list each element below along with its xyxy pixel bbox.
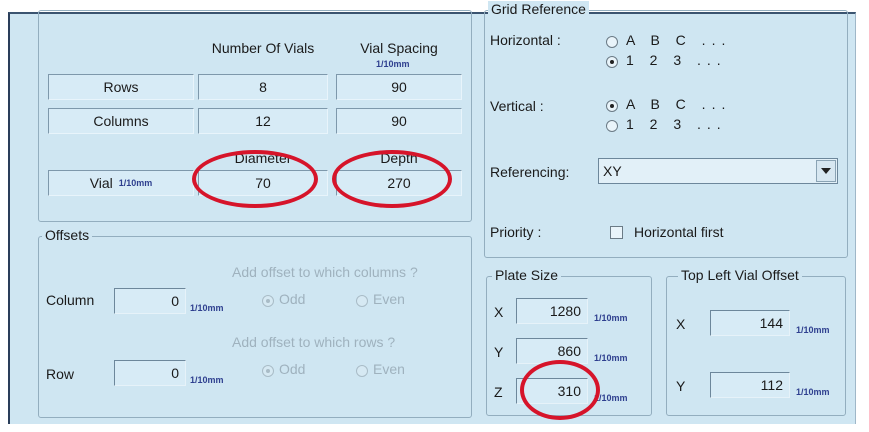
- offset-x-label: X: [676, 316, 686, 332]
- horizontal-numbers-radio[interactable]: [606, 56, 618, 68]
- rows-spacing-field[interactable]: 90: [336, 74, 462, 100]
- column-offset-label: Column: [46, 292, 95, 308]
- plate-settings-window: Number Of Vials Vial Spacing 1/10mm Rows…: [8, 1, 856, 424]
- offset-y-field[interactable]: 112: [710, 372, 790, 398]
- columns-even-radio[interactable]: [356, 295, 368, 307]
- columns-label: Columns: [48, 108, 194, 134]
- columns-odd-label: Odd: [279, 291, 306, 307]
- priority-label: Priority :: [490, 224, 542, 240]
- offset-x-unit: 1/10mm: [796, 325, 830, 335]
- vial-label-cell: Vial 1/10mm: [48, 170, 194, 196]
- vertical-numbers-label: 1 2 3 ...: [626, 116, 727, 132]
- horizontal-letters-label: A B C ...: [626, 32, 732, 48]
- depth-header: Depth: [380, 150, 418, 166]
- vertical-label: Vertical :: [490, 98, 544, 114]
- referencing-value: XY: [603, 163, 622, 179]
- horizontal-first-checkbox[interactable]: [610, 226, 623, 239]
- plate-z-label: Z: [494, 384, 503, 400]
- rows-odd-radio[interactable]: [262, 365, 274, 377]
- plate-y-field[interactable]: 860: [516, 338, 588, 364]
- offsets-legend: Offsets: [42, 227, 93, 243]
- vertical-letters-radio[interactable]: [606, 100, 618, 112]
- vertical-letters-label: A B C ...: [626, 96, 732, 112]
- row-offset-unit: 1/10mm: [190, 375, 224, 385]
- depth-field[interactable]: 270: [336, 170, 462, 196]
- rows-label: Rows: [48, 74, 194, 100]
- chevron-down-icon: [821, 168, 831, 174]
- diameter-header: Diameter: [234, 150, 292, 166]
- vial-spacing-unit: 1/10mm: [376, 59, 410, 69]
- columns-odd-radio[interactable]: [262, 295, 274, 307]
- vial-label: Vial: [89, 175, 113, 191]
- referencing-label: Referencing:: [490, 164, 570, 180]
- column-offset-field[interactable]: 0: [114, 288, 186, 314]
- plate-x-label: X: [494, 304, 504, 320]
- columns-even-label: Even: [373, 291, 405, 307]
- vial-spacing-header: Vial Spacing: [360, 40, 438, 56]
- rows-even-label: Even: [373, 361, 405, 377]
- number-of-vials-header: Number Of Vials: [211, 40, 315, 56]
- plate-z-field[interactable]: 310: [516, 378, 588, 404]
- vial-unit: 1/10mm: [118, 178, 153, 188]
- grid-reference-legend: Grid Reference: [488, 1, 589, 17]
- rows-count-field[interactable]: 8: [198, 74, 328, 100]
- plate-size-legend: Plate Size: [492, 267, 562, 283]
- row-offset-field[interactable]: 0: [114, 360, 186, 386]
- referencing-select[interactable]: XY: [598, 158, 838, 184]
- rows-even-radio[interactable]: [356, 365, 368, 377]
- columns-count-field[interactable]: 12: [198, 108, 328, 134]
- diameter-field[interactable]: 70: [198, 170, 328, 196]
- plate-z-unit: 1/10mm: [594, 393, 628, 403]
- dropdown-arrow-button[interactable]: [816, 160, 836, 182]
- top-left-offset-legend: Top Left Vial Offset: [678, 267, 802, 283]
- row-offset-label: Row: [46, 366, 75, 382]
- column-offset-unit: 1/10mm: [190, 303, 224, 313]
- plate-x-field[interactable]: 1280: [516, 298, 588, 324]
- columns-spacing-field[interactable]: 90: [336, 108, 462, 134]
- horizontal-letters-radio[interactable]: [606, 36, 618, 48]
- plate-y-label: Y: [494, 344, 504, 360]
- plate-y-unit: 1/10mm: [594, 353, 628, 363]
- offset-y-label: Y: [676, 378, 686, 394]
- offset-x-field[interactable]: 144: [710, 310, 790, 336]
- offset-y-unit: 1/10mm: [796, 387, 830, 397]
- offset-columns-question: Add offset to which columns ?: [232, 264, 418, 280]
- vertical-numbers-radio[interactable]: [606, 120, 618, 132]
- horizontal-label: Horizontal :: [490, 32, 561, 48]
- plate-x-unit: 1/10mm: [594, 313, 628, 323]
- horizontal-numbers-label: 1 2 3 ...: [626, 52, 727, 68]
- rows-odd-label: Odd: [279, 361, 306, 377]
- offset-rows-question: Add offset to which rows ?: [232, 334, 396, 350]
- horizontal-first-label: Horizontal first: [634, 224, 724, 240]
